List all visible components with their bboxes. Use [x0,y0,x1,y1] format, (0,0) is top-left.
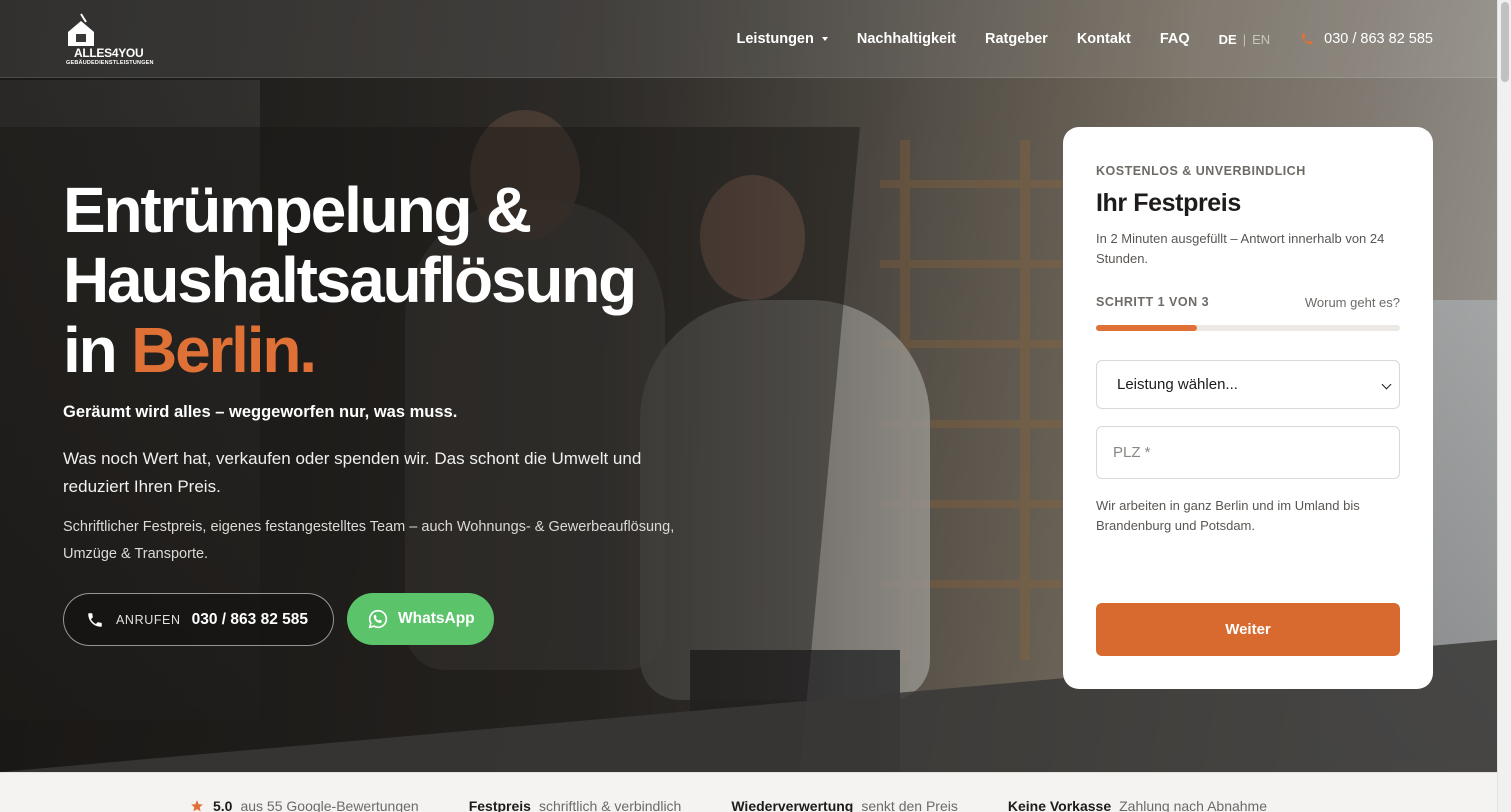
brand-name: ALLES4YOU [74,46,144,60]
scrollbar-thumb[interactable] [1501,2,1509,82]
header-phone-link[interactable]: 030 / 863 82 585 [1300,31,1433,47]
lang-separator: | [1242,31,1247,47]
trust-item-festpreis: Festpreis schriftlich & verbindlich [469,798,682,812]
page-scrollbar[interactable] [1497,0,1511,812]
step-question: Worum geht es? [1304,295,1400,310]
trust-text: Zahlung nach Abnahme [1119,798,1267,812]
trust-text: schriftlich & verbindlich [538,798,682,812]
service-select-value: Leistung wählen... [1117,376,1238,393]
trust-items: 5.0 aus 55 Google-Bewertungen Festpreis … [190,798,1317,812]
whatsapp-button-label: WhatsApp [398,610,475,627]
hero-content: Entrümpelung & Haushaltsauflösung in Ber… [63,175,703,568]
lang-de[interactable]: DE [1219,32,1237,47]
phone-icon [88,612,102,627]
hero-lead: Geräumt wird alles – weggeworfen nur, wa… [63,403,458,421]
trust-strong: 5.0 [213,798,233,812]
nav-item-faq[interactable]: FAQ [1160,31,1190,47]
next-button[interactable]: Weiter [1096,603,1400,656]
whatsapp-icon [368,609,388,629]
lang-en[interactable]: EN [1252,32,1270,47]
service-select[interactable]: Leistung wählen... [1096,360,1400,409]
nav-item-leistungen[interactable]: Leistungen [737,31,828,47]
trust-strong: Festpreis [468,798,531,812]
plz-input[interactable] [1096,426,1400,479]
nav-item-ratgeber[interactable]: Ratgeber [985,31,1048,47]
form-progress-fill [1096,325,1198,331]
brand-tagline: GEBÄUDEDIENSTLEISTUNGEN [66,60,154,66]
hero-title-line3: in [63,314,132,386]
hero-paragraph: Was noch Wert hat, verkaufen oder spende… [63,449,642,496]
hero-title-line1: Entrümpelung & [63,174,532,246]
form-progress-bar [1096,325,1400,331]
hero-paragraph-small: Schriftlicher Festpreis, eigenes festang… [63,519,675,562]
nav-item-label: Leistungen [736,31,814,47]
hero-title-line2: Haushaltsauflösung [63,244,637,316]
hero-cta-group: ANRUFEN 030 / 863 82 585 WhatsApp [63,593,494,646]
form-step-row: SCHRITT 1 VON 3 Worum geht es? [1096,295,1400,310]
quote-form-card: KOSTENLOS & UNVERBINDLICH Ihr Festpreis … [1063,127,1433,689]
whatsapp-button[interactable]: WhatsApp [347,593,494,645]
star-icon [191,800,203,812]
trust-item-rating: 5.0 aus 55 Google-Bewertungen [190,798,419,812]
header-phone-number: 030 / 863 82 585 [1324,31,1433,47]
form-title: Ihr Festpreis [1096,189,1241,217]
call-button-label: ANRUFEN [116,612,181,627]
form-note: Wir arbeiten in ganz Berlin und im Umlan… [1096,498,1360,533]
step-indicator: SCHRITT 1 VON 3 [1096,295,1210,309]
trust-text: aus 55 Google-Bewertungen [240,798,419,812]
form-subtitle: In 2 Minuten ausgefüllt – Antwort innerh… [1096,231,1385,266]
site-header: ALLES4YOU GEBÄUDEDIENSTLEISTUNGEN Leistu… [0,0,1497,78]
hero-title: Entrümpelung & Haushaltsauflösung in Ber… [63,175,703,385]
trust-bar: 5.0 aus 55 Google-Bewertungen Festpreis … [0,772,1497,812]
call-button[interactable]: ANRUFEN 030 / 863 82 585 [63,593,334,646]
main-nav: Leistungen Nachhaltigkeit Ratgeber Konta… [737,0,1433,78]
form-eyebrow: KOSTENLOS & UNVERBINDLICH [1096,164,1306,178]
trust-item-vorkasse: Keine Vorkasse Zahlung nach Abnahme [1008,798,1267,812]
phone-icon [1301,33,1313,45]
caret-down-icon [821,37,828,41]
nav-item-nachhaltigkeit[interactable]: Nachhaltigkeit [857,31,956,47]
trust-item-wiederverwertung: Wiederverwertung senkt den Preis [731,798,958,812]
trust-text: senkt den Preis [861,798,958,812]
language-switcher: DE | EN [1219,32,1271,47]
trust-strong: Keine Vorkasse [1007,798,1112,812]
chevron-down-icon [1381,379,1392,390]
call-button-number: 030 / 863 82 585 [191,610,308,628]
trust-strong: Wiederverwertung [731,798,854,812]
brand-logo[interactable]: ALLES4YOU GEBÄUDEDIENSTLEISTUNGEN [62,12,154,68]
hero-title-accent: Berlin. [131,314,317,386]
nav-item-kontakt[interactable]: Kontakt [1077,31,1131,47]
